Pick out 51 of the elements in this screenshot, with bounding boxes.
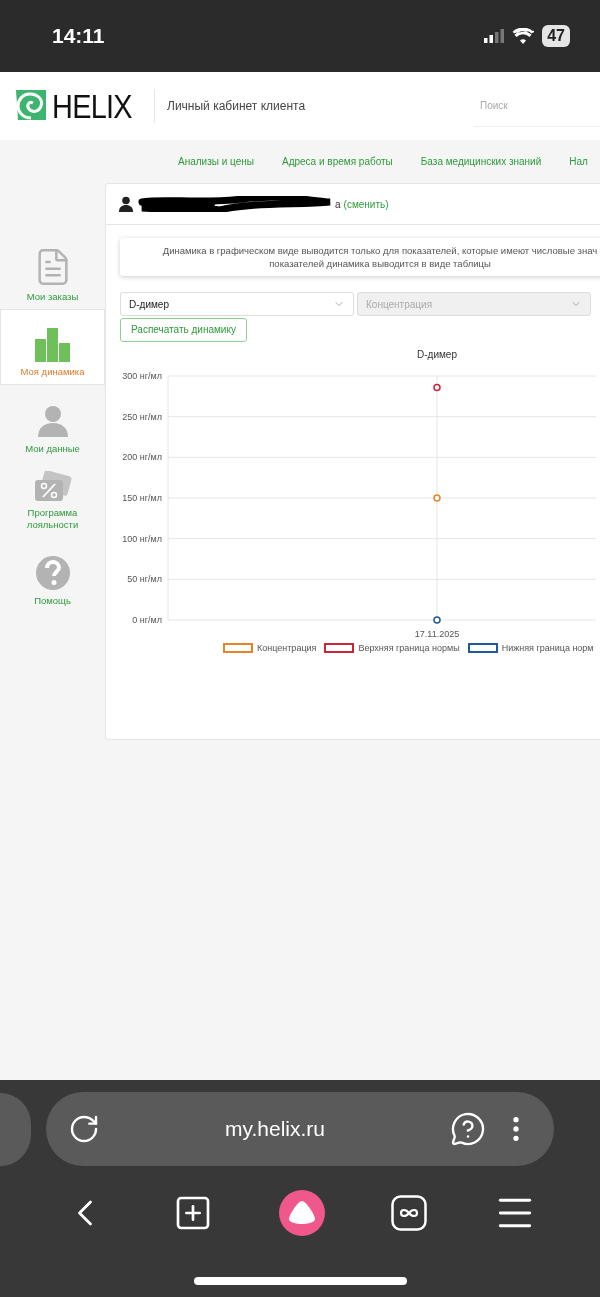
y-tick-label: 150 нг/мл xyxy=(122,492,162,503)
sidebar-item[interactable]: Мои данные xyxy=(0,385,105,461)
status-time: 14:11 xyxy=(52,23,105,50)
y-tick-label: 100 нг/мл xyxy=(122,533,162,544)
legend-label[interactable]: Верхняя граница нормы xyxy=(358,641,460,655)
x-tick-label: 17.11.2025 xyxy=(414,628,460,639)
help-icon xyxy=(34,555,71,591)
change-user-link[interactable]: (сменить) xyxy=(343,196,389,212)
reload-icon[interactable] xyxy=(68,1113,100,1145)
data-point xyxy=(433,615,441,624)
nav-link[interactable]: Анализы и цены xyxy=(178,154,254,169)
y-tick-label: 0 нг/мл xyxy=(132,614,162,625)
sidebar-item[interactable]: Мои заказы xyxy=(0,233,105,309)
legend-label[interactable]: Нижняя граница норм xyxy=(501,641,594,655)
sidebar-item[interactable]: Программа лояльности xyxy=(0,461,105,537)
nav-link[interactable]: Нал xyxy=(569,154,588,169)
chart-title: D-димер xyxy=(416,347,458,362)
data-point xyxy=(433,493,441,502)
assistant-icon[interactable] xyxy=(279,1190,325,1236)
bar-chart-icon xyxy=(32,326,73,362)
sidebar-item[interactable]: Помощь xyxy=(0,537,105,613)
battery-indicator: 47 xyxy=(542,25,570,47)
user-icon xyxy=(118,196,134,212)
logo-text: HELIX xyxy=(52,89,132,123)
nav-link[interactable]: Адреса и время работы xyxy=(282,154,393,169)
signal-icon xyxy=(484,29,505,43)
helix-logo[interactable]: HELIX xyxy=(14,88,146,124)
legend-label[interactable]: Концентрация xyxy=(257,641,317,655)
sidebar-item[interactable]: Моя динамика xyxy=(0,309,105,385)
data-point xyxy=(433,383,441,391)
tabs-icon[interactable] xyxy=(391,1195,427,1231)
page-subtitle: Личный кабинет клиента xyxy=(167,98,306,115)
y-tick-label: 300 нг/мл xyxy=(122,370,162,381)
nav-link[interactable]: База медицинских знаний xyxy=(420,154,542,169)
discount-card-icon xyxy=(33,471,72,503)
url-text: my.helix.ru xyxy=(224,1116,326,1143)
legend-swatch xyxy=(467,643,498,654)
y-tick-label: 50 нг/мл xyxy=(127,573,162,584)
wifi-icon xyxy=(512,28,535,44)
y-tick-label: 250 нг/мл xyxy=(122,411,162,422)
notice-line: Динамика в графическом виде выводится только для показателей, которые имеют числовые знач xyxy=(162,244,598,257)
legend-swatch xyxy=(223,643,253,654)
legend-swatch xyxy=(324,643,355,654)
notice-line: показателей динамика выводится в виде таблицы xyxy=(269,257,491,270)
search-field[interactable]: Поиск xyxy=(474,85,600,127)
dropdown-select[interactable]: D-димер xyxy=(120,292,354,316)
y-tick-label: 200 нг/мл xyxy=(122,451,162,462)
chat-help-icon[interactable] xyxy=(450,1111,486,1147)
print-dynamics-button[interactable]: Распечатать динамику xyxy=(120,317,247,342)
user-name: а xyxy=(335,197,341,212)
address-bar[interactable]: my.helix.ru xyxy=(46,1092,554,1166)
